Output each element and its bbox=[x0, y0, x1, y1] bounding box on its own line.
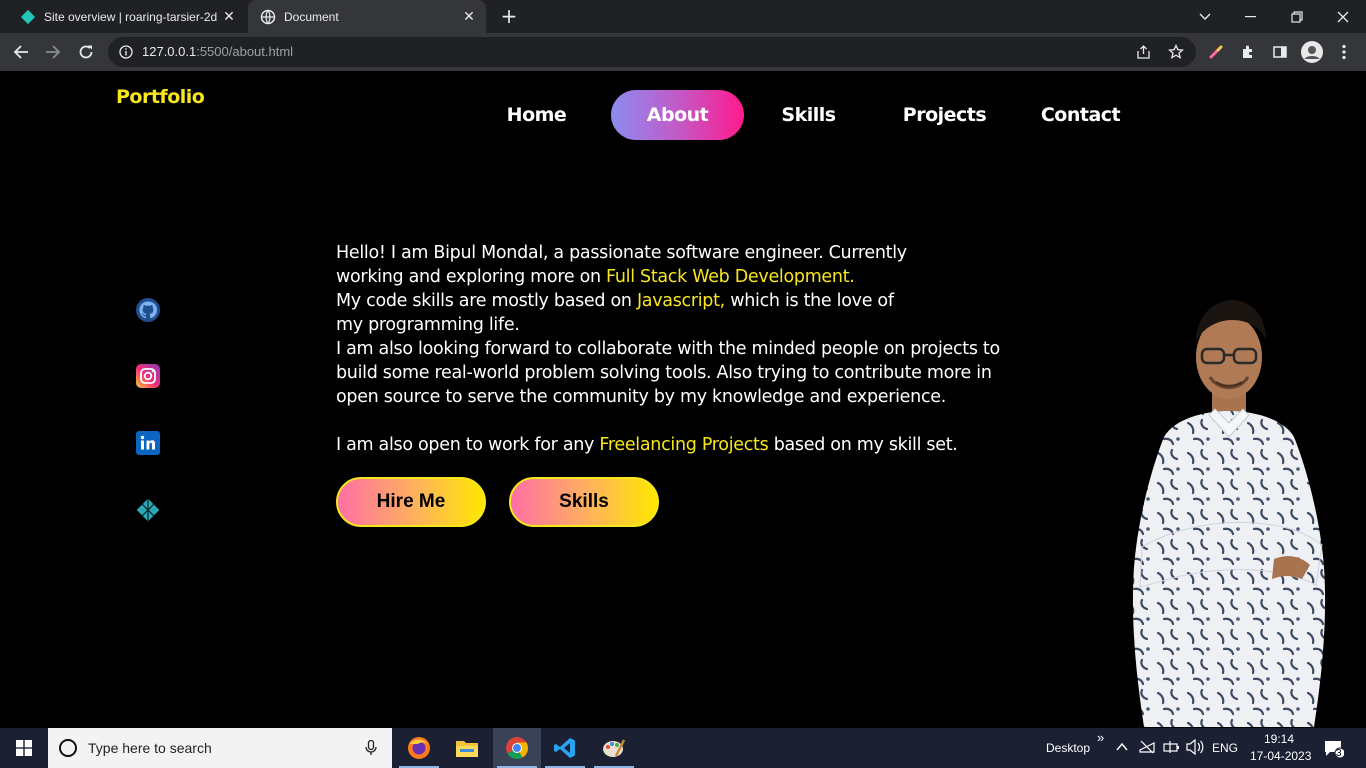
linkedin-icon[interactable] bbox=[135, 430, 161, 456]
skills-button[interactable]: Skills bbox=[509, 477, 659, 527]
notification-count: 3 bbox=[1336, 748, 1342, 759]
highlight-javascript: Javascript, bbox=[636, 291, 725, 311]
url-text: 127.0.0.1:5500/about.html bbox=[142, 44, 294, 59]
about-line: my programming life. bbox=[336, 315, 520, 335]
profile-avatar[interactable] bbox=[1299, 39, 1325, 65]
back-button[interactable] bbox=[8, 39, 34, 65]
search-placeholder: Type here to search bbox=[88, 740, 212, 756]
windows-taskbar: Type here to search Desktop » ENG 19:14 … bbox=[0, 728, 1366, 768]
network-icon[interactable] bbox=[1139, 740, 1155, 754]
language-indicator[interactable]: ENG bbox=[1212, 741, 1238, 755]
close-tab-icon[interactable]: ✕ bbox=[220, 8, 238, 26]
site-logo[interactable]: Portfolio bbox=[116, 86, 205, 108]
battery-icon[interactable] bbox=[1162, 740, 1180, 754]
portfolio-page: Portfolio Home About Skills Projects Con… bbox=[0, 71, 1366, 728]
about-line: I am also looking forward to collaborate… bbox=[336, 339, 1000, 359]
about-line: My code skills are mostly based on Javas… bbox=[336, 291, 894, 311]
vscode-taskbar-icon[interactable] bbox=[541, 728, 589, 768]
tab-site-overview[interactable]: Site overview | roaring-tarsier-2d ✕ bbox=[8, 0, 246, 33]
toolbar-expand-icon[interactable]: » bbox=[1097, 730, 1104, 745]
color-picker-extension-icon[interactable] bbox=[1203, 39, 1229, 65]
microphone-icon[interactable] bbox=[365, 740, 377, 756]
nav-contact[interactable]: Contact bbox=[1014, 90, 1147, 140]
chrome-taskbar-icon[interactable] bbox=[493, 728, 541, 768]
nav-projects[interactable]: Projects bbox=[878, 90, 1011, 140]
file-explorer-taskbar-icon[interactable] bbox=[443, 728, 491, 768]
reload-button[interactable] bbox=[73, 39, 99, 65]
tab-search-button[interactable] bbox=[1182, 0, 1228, 33]
about-text: Hello! I am Bipul Mondal, a passionate s… bbox=[336, 241, 1076, 457]
side-panel-icon[interactable] bbox=[1267, 39, 1293, 65]
about-line: Hello! I am Bipul Mondal, a passionate s… bbox=[336, 243, 907, 263]
highlight-fullstack: Full Stack Web Development. bbox=[606, 267, 855, 287]
taskbar-search[interactable]: Type here to search bbox=[48, 728, 392, 768]
search-icon bbox=[59, 739, 77, 757]
minimize-button[interactable] bbox=[1228, 0, 1274, 33]
clock-time[interactable]: 19:14 bbox=[1264, 732, 1294, 746]
browser-menu-icon[interactable] bbox=[1331, 39, 1357, 65]
desktop-toolbar-label[interactable]: Desktop bbox=[1046, 741, 1090, 755]
forward-button[interactable] bbox=[40, 39, 66, 65]
browser-tab-bar: Site overview | roaring-tarsier-2d ✕ Doc… bbox=[0, 0, 1366, 33]
tab-title: Document bbox=[284, 9, 339, 24]
nav-about[interactable]: About bbox=[611, 90, 744, 140]
bookmark-star-icon[interactable] bbox=[1168, 44, 1184, 60]
paint-taskbar-icon[interactable] bbox=[590, 728, 638, 768]
close-tab-icon[interactable]: ✕ bbox=[460, 8, 478, 26]
about-line: I am also open to work for any Freelanci… bbox=[336, 435, 958, 455]
tab-title: Site overview | roaring-tarsier-2d bbox=[44, 9, 218, 24]
close-window-button[interactable] bbox=[1320, 0, 1366, 33]
extensions-icon[interactable] bbox=[1235, 39, 1261, 65]
address-bar[interactable]: 127.0.0.1:5500/about.html bbox=[108, 37, 1196, 67]
windows-logo-icon bbox=[16, 740, 32, 756]
about-line: open source to serve the community by my… bbox=[336, 387, 946, 407]
clock-date[interactable]: 17-04-2023 bbox=[1250, 749, 1311, 763]
restore-button[interactable] bbox=[1274, 0, 1320, 33]
hire-me-button[interactable]: Hire Me bbox=[336, 477, 486, 527]
about-line: working and exploring more on Full Stack… bbox=[336, 267, 855, 287]
nav-skills[interactable]: Skills bbox=[742, 90, 875, 140]
volume-icon[interactable] bbox=[1186, 739, 1204, 755]
profile-photo bbox=[1132, 300, 1326, 727]
firefox-taskbar-icon[interactable] bbox=[395, 728, 443, 768]
browser-toolbar: 127.0.0.1:5500/about.html bbox=[0, 33, 1366, 71]
nav-home[interactable]: Home bbox=[470, 90, 603, 140]
globe-icon bbox=[260, 9, 276, 24]
about-line: build some real-world problem solving to… bbox=[336, 363, 992, 383]
netlify-icon[interactable] bbox=[135, 497, 161, 523]
new-tab-button[interactable]: + bbox=[498, 6, 520, 28]
netlify-favicon-icon bbox=[20, 9, 36, 24]
instagram-icon[interactable] bbox=[135, 363, 161, 389]
github-icon[interactable] bbox=[135, 297, 161, 323]
info-icon[interactable] bbox=[119, 45, 133, 59]
share-icon[interactable] bbox=[1136, 45, 1151, 60]
chevron-up-icon[interactable] bbox=[1116, 742, 1128, 752]
tab-document[interactable]: Document ✕ bbox=[248, 0, 486, 33]
highlight-freelancing: Freelancing Projects bbox=[599, 435, 769, 455]
start-button[interactable] bbox=[0, 728, 48, 768]
